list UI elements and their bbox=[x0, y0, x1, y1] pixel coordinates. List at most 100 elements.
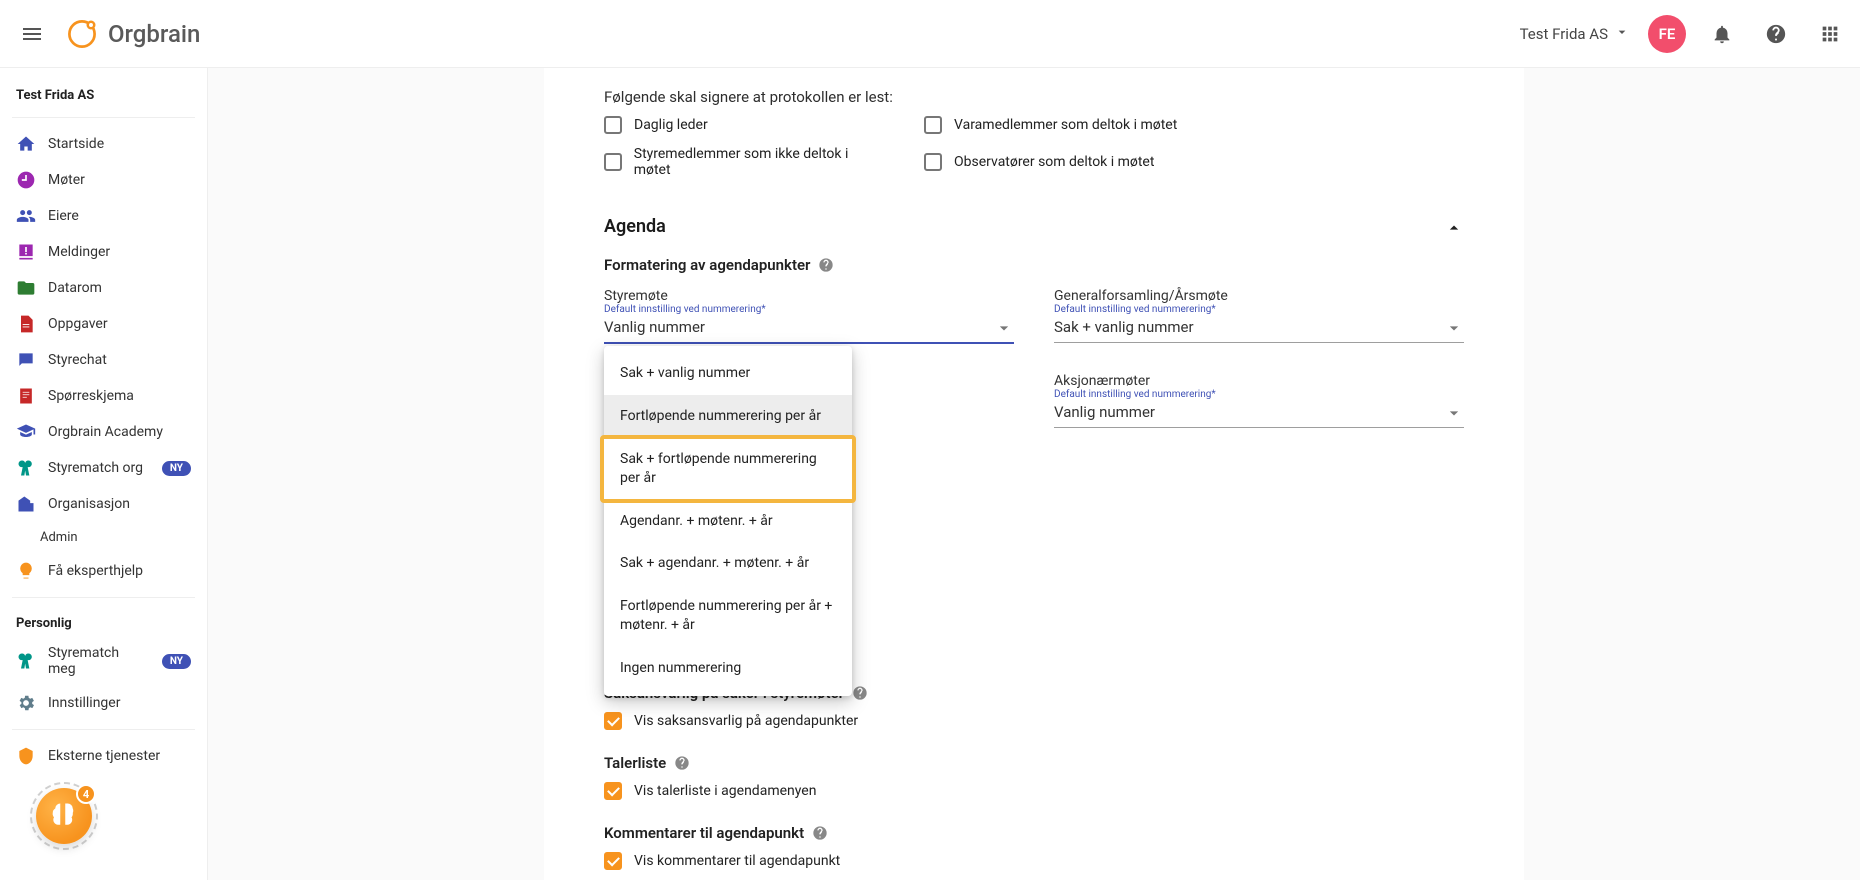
sidebar-item-label: Få eksperthjelp bbox=[48, 563, 143, 579]
dropdown-option[interactable]: Fortløpende nummerering per år bbox=[604, 395, 852, 438]
hamburger-icon bbox=[20, 22, 44, 46]
chevron-down-icon bbox=[1614, 24, 1630, 44]
dropdown-option[interactable]: Agendanr. + møtenr. + år bbox=[604, 500, 852, 543]
folder-icon bbox=[16, 278, 36, 298]
sidebar-item-label: Organisasjon bbox=[48, 496, 130, 512]
select-floating-label: Default innstilling ved nummerering* bbox=[1054, 304, 1216, 315]
sidebar-item-label: Startside bbox=[48, 136, 104, 152]
checkbox-checked-icon bbox=[604, 852, 622, 870]
chk-vara[interactable]: Varamedlemmer som deltok i møtet bbox=[924, 116, 1464, 134]
help-button[interactable] bbox=[1758, 16, 1794, 52]
lightbulb-icon bbox=[16, 561, 36, 581]
select-value: Vanlig nummer bbox=[604, 318, 705, 336]
help-icon[interactable] bbox=[852, 685, 868, 701]
dropdown-option[interactable]: Ingen nummerering bbox=[604, 647, 852, 690]
sidebar-item-expert[interactable]: Få eksperthjelp bbox=[0, 553, 207, 589]
chk-observers[interactable]: Observatører som deltok i møtet bbox=[924, 146, 1464, 178]
signers-intro: Følgende skal signere at protokollen er … bbox=[604, 68, 1464, 106]
chk-non-attending-board[interactable]: Styremedlemmer som ikke deltok i møtet bbox=[604, 146, 884, 178]
meeting-type-label: Styremøte bbox=[604, 288, 1014, 304]
sidebar-item-1[interactable]: Møter bbox=[0, 162, 207, 198]
menu-toggle[interactable] bbox=[12, 14, 52, 54]
sidebar-item-label: Styrematch meg bbox=[48, 645, 150, 677]
field-shareholder: Aksjonærmøter Default innstilling ved nu… bbox=[1054, 373, 1464, 428]
chk-label: Styremedlemmer som ikke deltok i møtet bbox=[634, 146, 884, 178]
field-general: Generalforsamling/Årsmøte Default innsti… bbox=[1054, 288, 1464, 343]
people-icon bbox=[16, 206, 36, 226]
checkbox-icon bbox=[604, 153, 622, 171]
help-fab[interactable]: 4 bbox=[36, 788, 92, 844]
sidebar-item-label: Styrechat bbox=[48, 352, 107, 368]
sidebar-tenant: Test Frida AS bbox=[0, 78, 207, 109]
main-content: Følgende skal signere at protokollen er … bbox=[208, 68, 1860, 880]
apps-grid-icon bbox=[1819, 23, 1841, 45]
org-switcher[interactable]: Test Frida AS bbox=[1520, 24, 1630, 44]
sidebar-item-p1[interactable]: Innstillinger bbox=[0, 685, 207, 721]
avatar-initials: FE bbox=[1659, 25, 1676, 43]
chk-talerliste[interactable]: Vis talerliste i agendamenyen bbox=[604, 782, 1464, 800]
agenda-title: Agenda bbox=[604, 216, 666, 237]
dropdown-option[interactable]: Fortløpende nummerering per år + møtenr.… bbox=[604, 585, 852, 647]
avatar[interactable]: FE bbox=[1648, 15, 1686, 53]
help-icon[interactable] bbox=[812, 825, 828, 841]
sidebar-item-label: Datarom bbox=[48, 280, 102, 296]
sidebar-item-10[interactable]: Organisasjon bbox=[0, 486, 207, 522]
sidebar-personal-heading: Personlig bbox=[0, 606, 207, 637]
help-circle-icon bbox=[1765, 23, 1787, 45]
help-icon[interactable] bbox=[674, 755, 690, 771]
chk-kommentar[interactable]: Vis kommentarer til agendapunkt bbox=[604, 852, 1464, 870]
sidebar-item-5[interactable]: Oppgaver bbox=[0, 306, 207, 342]
sidebar-item-label: Møter bbox=[48, 172, 85, 188]
sidebar-item-7[interactable]: Spørreskjema bbox=[0, 378, 207, 414]
alert-icon bbox=[16, 242, 36, 262]
badge-new: NY bbox=[162, 461, 191, 476]
sidebar-item-4[interactable]: Datarom bbox=[0, 270, 207, 306]
select-floating-label: Default innstilling ved nummerering* bbox=[1054, 389, 1216, 400]
sidebar-item-label: Orgbrain Academy bbox=[48, 424, 163, 440]
org-switcher-label: Test Frida AS bbox=[1520, 25, 1608, 43]
dropdown-option[interactable]: Sak + vanlig nummer bbox=[604, 352, 852, 395]
fab-badge: 4 bbox=[76, 784, 96, 804]
sidebar-item-label: Oppgaver bbox=[48, 316, 108, 332]
org-icon bbox=[16, 494, 36, 514]
chk-saksansvarlig[interactable]: Vis saksansvarlig på agendapunkter bbox=[604, 712, 1464, 730]
caret-down-icon bbox=[1444, 318, 1464, 342]
sidebar: Test Frida AS Startside Møter Eiere Melding… bbox=[0, 68, 208, 880]
kommentar-title: Kommentarer til agendapunkt bbox=[604, 824, 804, 842]
bell-icon bbox=[1711, 23, 1733, 45]
logo[interactable]: Orgbrain bbox=[64, 16, 200, 52]
sidebar-item-0[interactable]: Startside bbox=[0, 126, 207, 162]
dropdown-option[interactable]: Sak + agendanr. + møtenr. + år bbox=[604, 542, 852, 585]
agenda-section-toggle[interactable]: Agenda bbox=[604, 214, 1464, 238]
sidebar-item-external[interactable]: Eksterne tjenester bbox=[0, 738, 207, 774]
apps-button[interactable] bbox=[1812, 16, 1848, 52]
sidebar-item-3[interactable]: Meldinger bbox=[0, 234, 207, 270]
dropdown-numbering-options: Sak + vanlig nummerFortløpende nummereri… bbox=[604, 346, 852, 696]
help-icon[interactable] bbox=[818, 257, 834, 273]
appbar: Orgbrain Test Frida AS FE bbox=[0, 0, 1860, 68]
select-styremote-numbering[interactable]: Vanlig nummer bbox=[604, 312, 1014, 344]
divider bbox=[12, 117, 195, 118]
select-floating-label: Default innstilling ved nummerering* bbox=[604, 304, 766, 315]
talerliste-title: Talerliste bbox=[604, 754, 666, 772]
match-icon bbox=[16, 651, 36, 671]
dropdown-option[interactable]: Sak + fortløpende nummerering per år bbox=[604, 438, 852, 500]
chk-label: Observatører som deltok i møtet bbox=[954, 154, 1154, 170]
divider bbox=[12, 729, 195, 730]
field-styremote: Styremøte Default innstilling ved nummer… bbox=[604, 288, 1014, 490]
sidebar-item-8[interactable]: Orgbrain Academy bbox=[0, 414, 207, 450]
checkbox-checked-icon bbox=[604, 712, 622, 730]
chk-label: Daglig leder bbox=[634, 117, 708, 133]
sidebar-item-label: Meldinger bbox=[48, 244, 110, 260]
checkbox-icon bbox=[604, 116, 622, 134]
sidebar-item-2[interactable]: Eiere bbox=[0, 198, 207, 234]
notifications-button[interactable] bbox=[1704, 16, 1740, 52]
select-shareholder-numbering[interactable]: Vanlig nummer bbox=[1054, 397, 1464, 428]
sidebar-item-6[interactable]: Styrechat bbox=[0, 342, 207, 378]
chk-daily-leader[interactable]: Daglig leder bbox=[604, 116, 884, 134]
sidebar-item-p0[interactable]: Styrematch megNY bbox=[0, 637, 207, 685]
sidebar-sub-admin[interactable]: Admin bbox=[0, 522, 207, 553]
sidebar-item-9[interactable]: Styrematch orgNY bbox=[0, 450, 207, 486]
select-general-numbering[interactable]: Sak + vanlig nummer bbox=[1054, 312, 1464, 343]
caret-down-icon bbox=[994, 318, 1014, 342]
